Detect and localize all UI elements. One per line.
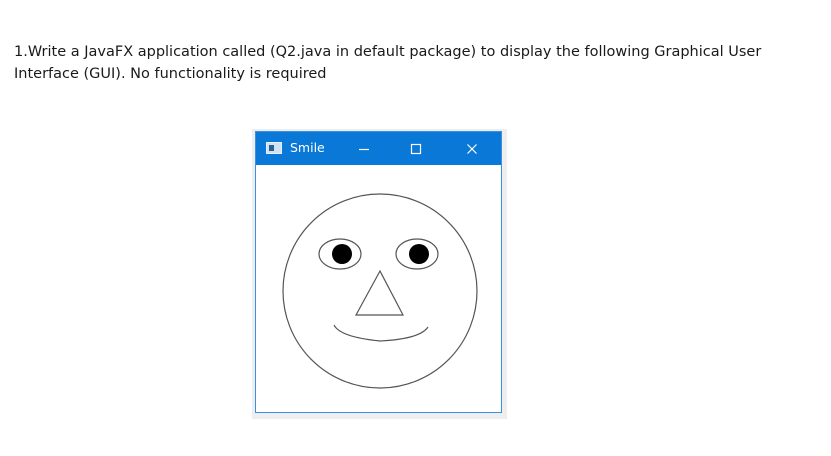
smiley-canvas (282, 193, 478, 389)
window-title: Smile (290, 140, 325, 155)
window-titlebar[interactable]: Smile (256, 132, 501, 165)
minimize-button[interactable] (344, 132, 384, 165)
right-eye-pupil (409, 244, 429, 264)
left-eye-pupil (332, 244, 352, 264)
question-line-1: 1.Write a JavaFX application called (Q2.… (14, 44, 762, 60)
face-circle (282, 193, 478, 389)
smile-window: Smile (255, 131, 502, 413)
close-icon (467, 143, 477, 154)
close-button[interactable] (452, 132, 492, 165)
question-line-2: Interface (GUI). No functionality is req… (14, 66, 327, 82)
mouth-arc (333, 324, 429, 342)
question-text: 1.Write a JavaFX application called (Q2.… (14, 41, 814, 85)
minimize-icon (359, 148, 369, 150)
nose-triangle (354, 269, 404, 316)
window-app-icon[interactable] (266, 142, 282, 154)
maximize-icon (410, 143, 422, 154)
maximize-button[interactable] (396, 132, 436, 165)
